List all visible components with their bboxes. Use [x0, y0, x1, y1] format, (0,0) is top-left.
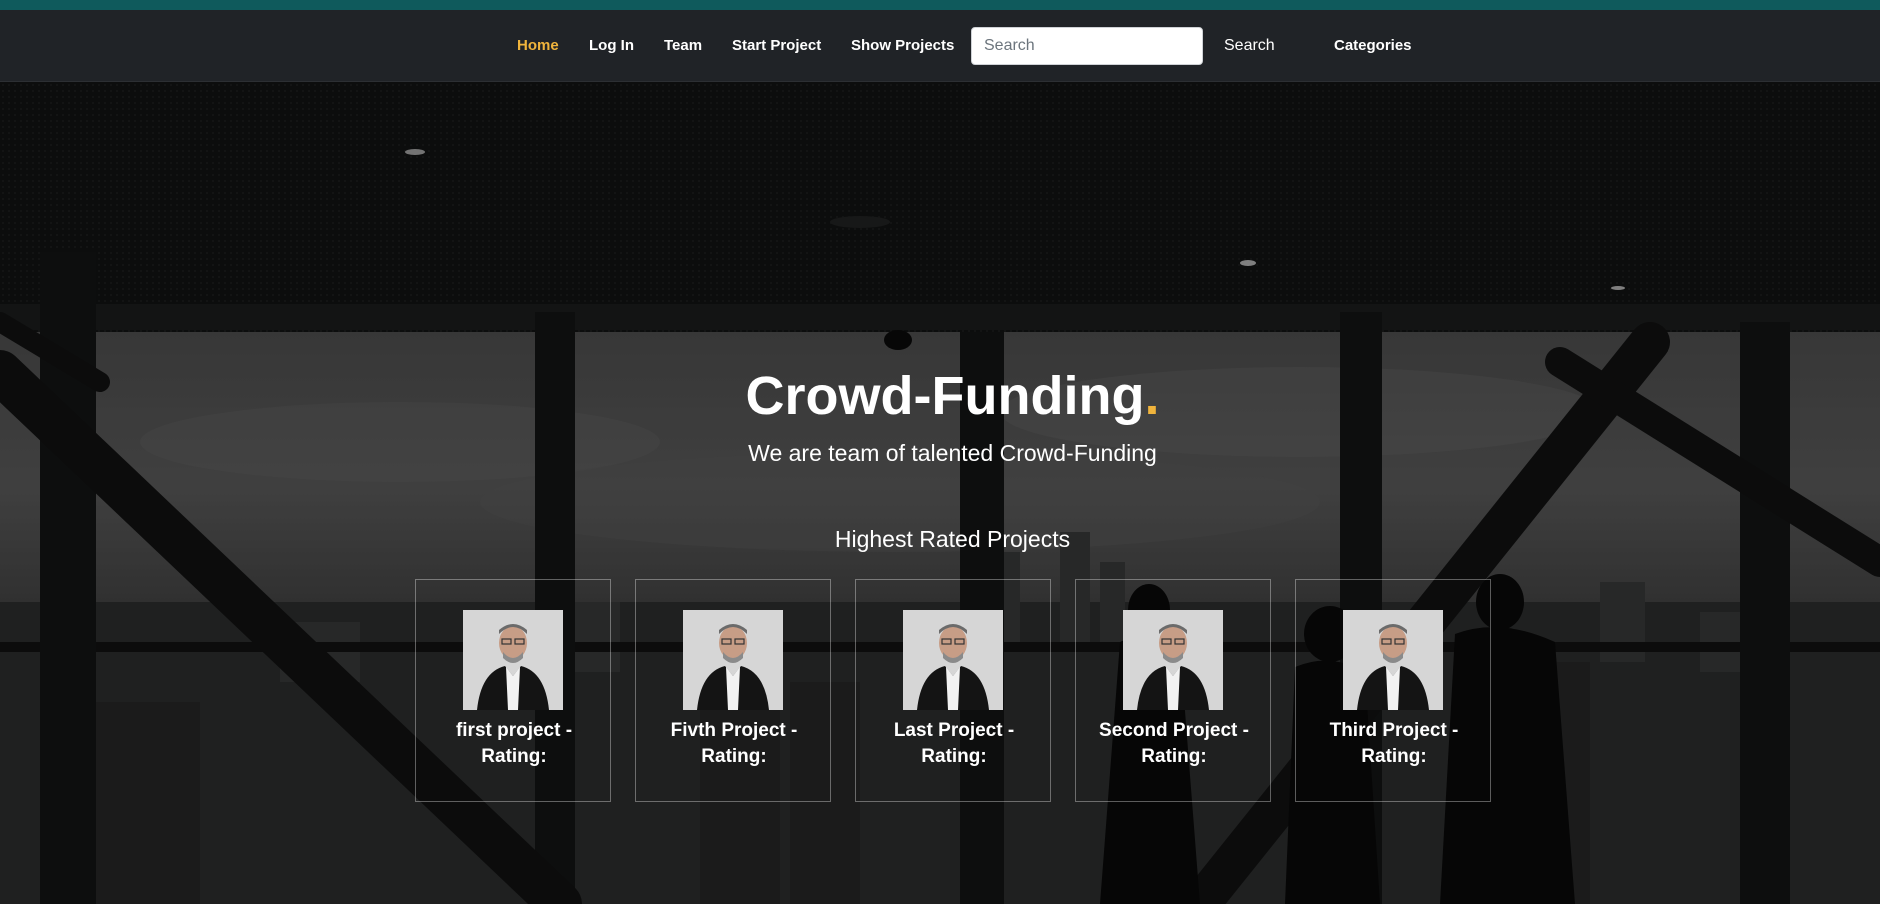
navbar: Home Log In Team Start Project Show Proj…	[0, 10, 1880, 82]
project-avatar	[1123, 610, 1223, 710]
project-avatar	[683, 610, 783, 710]
project-title: first project - Rating:	[455, 720, 573, 767]
nav-start-project-link[interactable]: Start Project	[732, 37, 821, 55]
project-avatar	[903, 610, 1003, 710]
search-button[interactable]: Search	[1212, 27, 1287, 65]
project-title: Third Project - Rating:	[1329, 720, 1459, 767]
project-card[interactable]: Fivth Project - Rating:	[635, 579, 831, 802]
nav-home-link[interactable]: Home	[517, 37, 559, 55]
search-input[interactable]	[971, 27, 1203, 65]
top-accent-strip	[0, 0, 1880, 10]
project-card[interactable]: first project - Rating:	[415, 579, 611, 802]
hero-section: Crowd-Funding. We are team of talented C…	[0, 82, 1880, 904]
project-card[interactable]: Last Project - Rating:	[855, 579, 1051, 802]
hero-subtitle: We are team of talented Crowd-Funding	[748, 440, 1157, 466]
nav-team-link[interactable]: Team	[664, 37, 702, 55]
project-title: Second Project - Rating:	[1099, 720, 1249, 767]
project-title: Last Project - Rating:	[893, 720, 1015, 767]
nav-show-projects-link[interactable]: Show Projects	[851, 37, 954, 55]
project-avatar	[463, 610, 563, 710]
project-card[interactable]: Third Project - Rating:	[1295, 579, 1491, 802]
nav-login-link[interactable]: Log In	[589, 37, 634, 55]
project-title: Fivth Project - Rating:	[670, 720, 798, 767]
highest-rated-heading: Highest Rated Projects	[834, 526, 1071, 552]
nav-categories-dropdown[interactable]: Categories	[1334, 37, 1412, 55]
project-avatar	[1343, 610, 1443, 710]
hero-title: Crowd-Funding.	[0, 364, 1880, 428]
hero-title-dot: .	[1144, 366, 1160, 426]
hero-title-text: Crowd-Funding	[745, 366, 1145, 426]
project-card[interactable]: Second Project - Rating:	[1075, 579, 1271, 802]
